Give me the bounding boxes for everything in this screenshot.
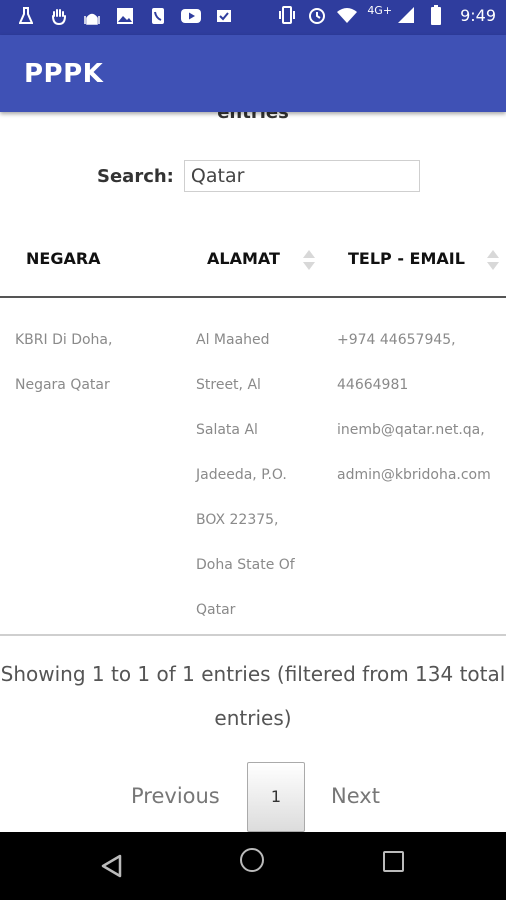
- column-header-negara[interactable]: NEGARA: [26, 249, 101, 268]
- cell-line: Jadeeda, P.O.: [196, 467, 287, 483]
- clock: 9:49: [460, 5, 496, 25]
- signal-icon: [396, 5, 416, 25]
- alarm-icon: [307, 5, 327, 25]
- network-type: 4G+: [367, 3, 393, 17]
- pagination: Previous 1 Next: [0, 762, 506, 832]
- sort-alamat-icon[interactable]: [303, 250, 315, 272]
- table-info: Showing 1 to 1 of 1 entries (filtered fr…: [0, 652, 506, 740]
- flask-icon: [16, 6, 36, 26]
- table-info-line: Showing 1 to 1 of 1 entries (filtered fr…: [0, 662, 506, 686]
- table-row: KBRI Di Doha, Negara Qatar Al Maahed Str…: [0, 298, 506, 636]
- check-icon: [214, 6, 234, 26]
- search-label: Search:: [97, 165, 174, 187]
- column-header-telp-email[interactable]: TELP - EMAIL: [348, 249, 465, 268]
- back-icon[interactable]: [100, 854, 122, 882]
- search-input[interactable]: [183, 160, 420, 192]
- page-1-button[interactable]: 1: [247, 762, 305, 832]
- app-bar: PPPK: [0, 35, 506, 112]
- previous-button[interactable]: Previous: [131, 762, 220, 830]
- entries-label-cut: entries: [217, 112, 289, 123]
- cell-line: 44664981: [337, 377, 409, 393]
- search-row: Search:: [97, 160, 420, 192]
- vibrate-icon: [277, 5, 297, 25]
- next-button[interactable]: Next: [331, 762, 380, 830]
- cell-telp-email: +974 44657945, 44664981 inemb@qatar.net.…: [337, 318, 491, 498]
- cell-alamat: Al Maahed Street, Al Salata Al Jadeeda, …: [196, 318, 295, 633]
- cell-line: Salata Al: [196, 422, 258, 438]
- table-header: NEGARA ALAMAT TELP - EMAIL: [0, 238, 506, 298]
- youtube-icon: [181, 6, 201, 26]
- navigation-bar: [0, 832, 506, 900]
- hand-icon: [49, 6, 69, 26]
- cell-line: Negara Qatar: [15, 377, 110, 393]
- phone-icon: [148, 6, 168, 26]
- battery-icon: [426, 5, 446, 25]
- cell-line: KBRI Di Doha,: [15, 332, 113, 348]
- cell-line: Al Maahed: [196, 332, 270, 348]
- wifi-icon: [337, 5, 358, 25]
- column-header-alamat[interactable]: ALAMAT: [207, 249, 280, 268]
- cell-line: Street, Al: [196, 377, 261, 393]
- cell-negara: KBRI Di Doha, Negara Qatar: [15, 318, 112, 408]
- results-table-view: entries Search: NEGARA ALAMAT TELP - EMA…: [0, 112, 506, 832]
- cell-line: admin@kbridoha.com: [337, 467, 491, 483]
- recent-apps-icon[interactable]: [383, 851, 404, 872]
- mosque-icon: [82, 6, 102, 26]
- status-bar: 4G+ 9:49: [0, 0, 506, 35]
- cell-line: Doha State Of: [196, 557, 295, 573]
- cell-line: +974 44657945,: [337, 332, 456, 348]
- sort-telp-email-icon[interactable]: [487, 250, 499, 272]
- cell-line: Qatar: [196, 602, 236, 618]
- cell-line: BOX 22375,: [196, 512, 279, 528]
- app-title: PPPK: [24, 59, 104, 89]
- home-icon[interactable]: [240, 848, 264, 872]
- image-icon: [115, 6, 135, 26]
- table-info-line: entries): [214, 706, 292, 730]
- cell-line: inemb@qatar.net.qa,: [337, 422, 485, 438]
